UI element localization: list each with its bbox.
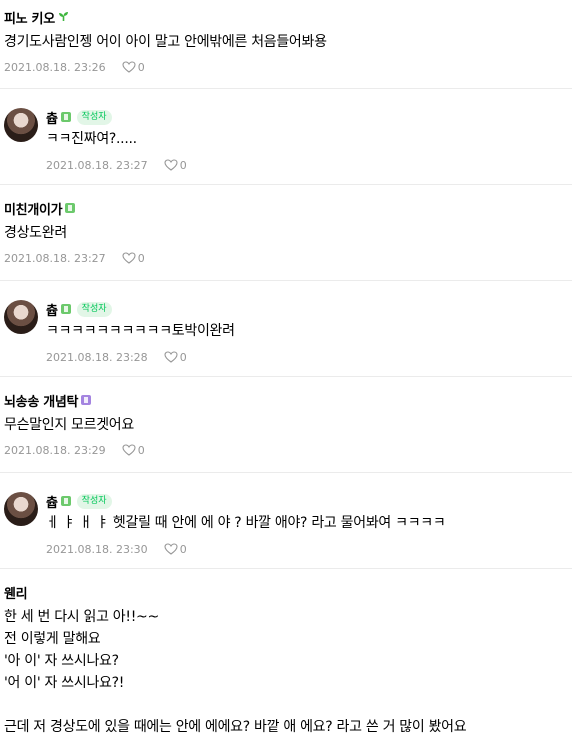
comment-nickname[interactable]: 츕 [46,492,58,511]
reply-item: 츕 작성자 ㅋㅋ진짜여?..... 2021.08.18. 23:27 0 [0,89,572,185]
like-button[interactable]: 0 [122,61,145,74]
comment-text: 경기도사람인젱 어이 아이 말고 안에밖에른 처음들어봐용 [4,34,327,50]
comment-date: 2021.08.18. 23:30 [46,542,148,556]
like-count: 0 [179,350,187,364]
comment-line: '아 이' 자 쓰시나요? [4,653,119,669]
green-grade-icon [60,496,71,506]
comment-item: 피노 키오 경기도사람인젱 어이 아이 말고 안에밖에른 처음들어봐용 2021… [0,0,572,89]
author-badge: 작성자 [76,109,112,125]
comment-text: ㅋㅋㅋㅋㅋㅋㅋㅋㅋㅋ토박이완려 [46,323,235,339]
avatar[interactable] [4,492,38,526]
comment-line: 전 이렇게 말해요 [4,631,101,647]
comment-date: 2021.08.18. 23:27 [46,158,148,172]
comment-line: '어 이' 자 쓰시나요?! [4,675,125,691]
heart-outline-icon [164,159,178,171]
comment-line: 근데 저 경상도에 있을 때에는 안에 에에요? 바깥 애 에요? 라고 쓴 거… [4,719,467,735]
comment-text: ㅔ ㅑ ㅐ ㅑ 헷갈릴 때 안에 에 야 ? 바깔 애야? 라고 물어봐여 ㅋㅋ… [46,515,446,531]
heart-outline-icon [122,252,136,264]
reply-item: 츕 작성자 ㅋㅋㅋㅋㅋㅋㅋㅋㅋㅋ토박이완려 2021.08.18. 23:28 … [0,281,572,377]
comment-nickname[interactable]: 츕 [46,108,58,127]
comment-date: 2021.08.18. 23:26 [4,60,106,74]
author-badge: 작성자 [76,493,112,509]
comment-line [4,694,568,716]
comment-nickname[interactable]: 뇌송송 개념탁 [4,391,78,410]
comment-text: 경상도완려 [4,225,67,241]
purple-grade-icon [81,395,92,405]
like-button[interactable]: 0 [122,252,145,265]
comment-nickname[interactable]: 피노 키오 [4,8,55,27]
like-count: 0 [179,542,187,556]
like-button[interactable]: 0 [122,444,145,457]
heart-outline-icon [122,61,136,73]
avatar[interactable] [4,108,38,142]
comment-item: 뇌송송 개념탁 무슨말인지 모르겟어요 2021.08.18. 23:29 0 [0,377,572,473]
comment-nickname[interactable]: 츕 [46,300,58,319]
comment-date: 2021.08.18. 23:28 [46,350,148,364]
green-grade-icon [65,203,76,213]
author-badge: 작성자 [76,301,112,317]
green-grade-icon [60,112,71,122]
comment-line: 한 세 번 다시 읽고 아!!~~ [4,609,159,625]
comment-date: 2021.08.18. 23:29 [4,443,106,457]
heart-outline-icon [164,351,178,363]
heart-outline-icon [122,444,136,456]
green-grade-icon [60,304,71,314]
like-button[interactable]: 0 [164,543,187,556]
like-button[interactable]: 0 [164,351,187,364]
comment-nickname[interactable]: 미친개이가 [4,199,63,218]
comment-item: 웬리 한 세 번 다시 읽고 아!!~~ 전 이렇게 말해요 '아 이' 자 쓰… [0,569,572,739]
like-count: 0 [179,158,187,172]
comment-text: 한 세 번 다시 읽고 아!!~~ 전 이렇게 말해요 '아 이' 자 쓰시나요… [4,606,568,738]
comment-item: 미친개이가 경상도완려 2021.08.18. 23:27 0 [0,185,572,281]
avatar[interactable] [4,300,38,334]
comment-text: ㅋㅋ진짜여?..... [46,131,137,147]
comment-text: 무슨말인지 모르겟어요 [4,417,134,433]
like-count: 0 [137,60,145,74]
heart-outline-icon [164,543,178,555]
comment-date: 2021.08.18. 23:27 [4,251,106,265]
sprout-icon [58,11,69,24]
reply-item: 츕 작성자 ㅔ ㅑ ㅐ ㅑ 헷갈릴 때 안에 에 야 ? 바깔 애야? 라고 물… [0,473,572,569]
comment-nickname[interactable]: 웬리 [4,583,28,602]
like-count: 0 [137,251,145,265]
like-button[interactable]: 0 [164,159,187,172]
like-count: 0 [137,443,145,457]
